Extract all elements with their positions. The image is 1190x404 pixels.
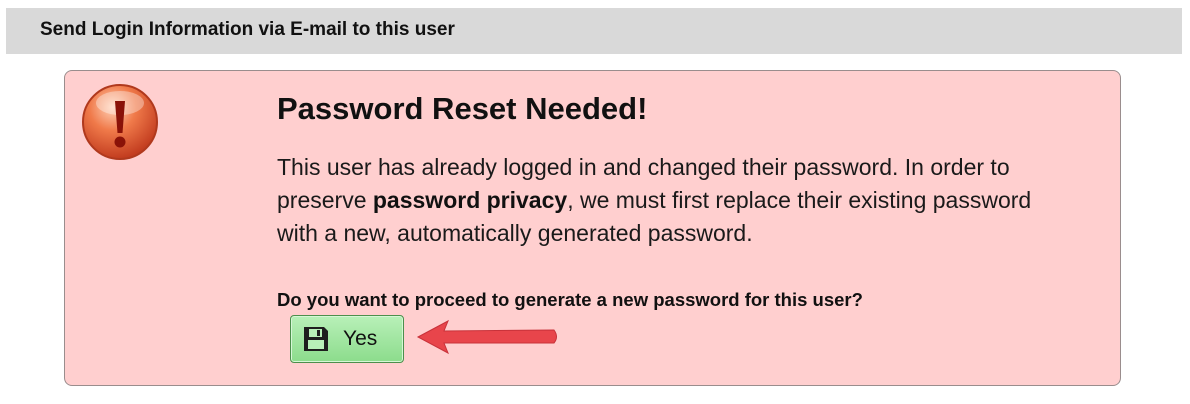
alert-title: Password Reset Needed! bbox=[277, 91, 648, 126]
alert-message: This user has already logged in and chan… bbox=[277, 151, 1077, 250]
exclamation-icon bbox=[82, 84, 158, 160]
section-header: Send Login Information via E-mail to thi… bbox=[6, 8, 1182, 54]
alert-message-emphasis: password privacy bbox=[372, 187, 568, 213]
yes-button[interactable]: Yes bbox=[290, 315, 404, 363]
save-icon bbox=[304, 327, 328, 351]
confirm-question: Do you want to proceed to generate a new… bbox=[277, 289, 863, 310]
password-reset-alert: Password Reset Needed! This user has alr… bbox=[64, 70, 1121, 386]
red-arrow-icon bbox=[416, 319, 557, 355]
yes-button-label: Yes bbox=[343, 327, 378, 350]
section-title: Send Login Information via E-mail to thi… bbox=[40, 19, 455, 40]
